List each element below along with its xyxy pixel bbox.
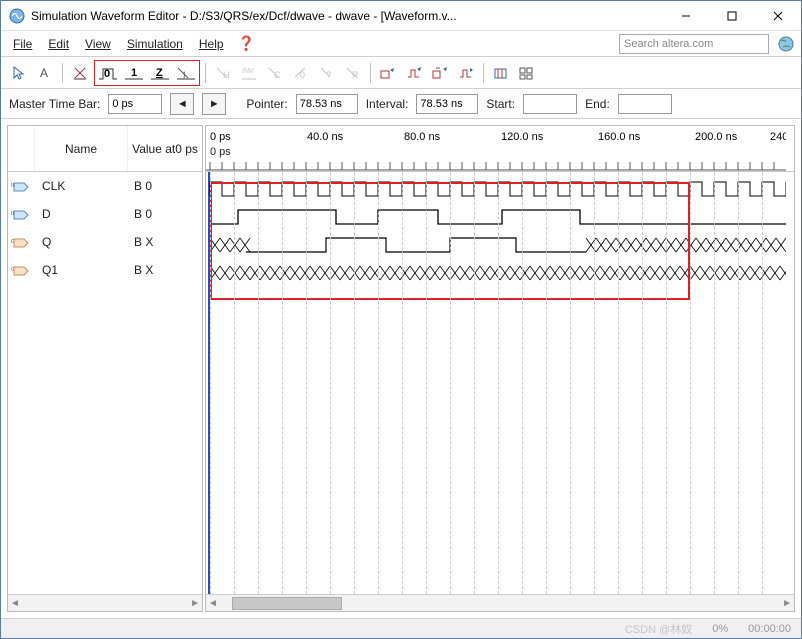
invert-icon[interactable]: I xyxy=(174,61,198,85)
svg-text:200.0 ns: 200.0 ns xyxy=(695,131,738,143)
xnot-icon[interactable]: ? xyxy=(315,61,339,85)
watermark: CSDN @林奴 xyxy=(625,621,692,637)
signal-value: B 0 xyxy=(128,207,202,221)
run-timing-icon[interactable] xyxy=(402,61,426,85)
signal-row[interactable]: inCLKB 0 xyxy=(8,172,202,200)
signal-name: Q xyxy=(34,235,128,249)
svg-text:C: C xyxy=(274,70,281,80)
svg-text:120.0 ns: 120.0 ns xyxy=(501,131,544,143)
waveform-hscrollbar[interactable]: ◄ ► xyxy=(206,594,794,611)
pointer-label: Pointer: xyxy=(246,97,287,111)
svg-text:1: 1 xyxy=(131,67,137,79)
run-all-icon[interactable] xyxy=(428,61,452,85)
help-icon[interactable]: ❓ xyxy=(238,35,255,52)
start-input[interactable] xyxy=(523,94,577,114)
count-icon[interactable]: 0 xyxy=(289,61,313,85)
zoom-icon[interactable] xyxy=(515,61,539,85)
signal-value: B X xyxy=(128,263,202,277)
dont-care-icon[interactable] xyxy=(68,61,92,85)
svg-text:80.0 ns: 80.0 ns xyxy=(404,131,441,143)
maximize-button[interactable] xyxy=(709,1,755,31)
force-z-icon[interactable]: Z xyxy=(148,61,172,85)
menu-file[interactable]: File xyxy=(7,34,38,54)
svg-text:160.0 ns: 160.0 ns xyxy=(598,131,641,143)
in-pin-icon: in xyxy=(8,207,34,221)
waveform-panel: 0 ps 0 ps40.0 ns80.0 ns120.0 ns160.0 ns2… xyxy=(205,125,795,612)
svg-text:0 ps: 0 ps xyxy=(210,131,231,143)
svg-text:INV: INV xyxy=(242,68,254,75)
menu-help[interactable]: Help xyxy=(193,34,230,54)
signal-row[interactable]: inDB 0 xyxy=(8,200,202,228)
timebar-next-button[interactable]: ► xyxy=(202,93,226,115)
force-0-icon[interactable]: 0 xyxy=(96,61,120,85)
svg-text:0: 0 xyxy=(104,68,110,80)
waveform-area[interactable] xyxy=(206,172,794,594)
snap-icon[interactable] xyxy=(489,61,513,85)
clock-icon[interactable]: C xyxy=(263,61,287,85)
out-pin-icon: out xyxy=(8,263,34,277)
status-percent: 0% xyxy=(712,623,728,635)
xrandom-icon[interactable]: R xyxy=(341,61,365,85)
close-button[interactable] xyxy=(755,1,801,31)
signal-name: D xyxy=(34,207,128,221)
start-label: Start: xyxy=(486,97,515,111)
high-icon[interactable]: H xyxy=(211,61,235,85)
menu-simulation[interactable]: Simulation xyxy=(121,34,189,54)
column-name[interactable]: Name xyxy=(34,126,128,171)
svg-text:?: ? xyxy=(326,70,331,80)
in-pin-icon: in xyxy=(8,179,34,193)
signal-name: CLK xyxy=(34,179,128,193)
window-title: Simulation Waveform Editor - D:/S3/QRS/e… xyxy=(31,9,663,23)
settings-icon[interactable] xyxy=(454,61,478,85)
run-functional-icon[interactable] xyxy=(376,61,400,85)
interval-input[interactable] xyxy=(416,94,478,114)
menu-view[interactable]: View xyxy=(79,34,117,54)
column-value[interactable]: Value at0 ps xyxy=(128,126,202,171)
signal-row[interactable]: outQB X xyxy=(8,228,202,256)
left-hscrollbar[interactable]: ◄► xyxy=(8,594,202,611)
interval-label: Interval: xyxy=(366,97,409,111)
status-time: 00:00:00 xyxy=(748,623,791,635)
toolbar: A 0 1 Z I H INV C 0 ? R xyxy=(1,57,801,89)
master-timebar-label: Master Time Bar: xyxy=(9,97,100,111)
pointer-input[interactable] xyxy=(296,94,358,114)
end-input[interactable] xyxy=(618,94,672,114)
app-icon xyxy=(9,8,25,24)
signal-value: B 0 xyxy=(128,179,202,193)
svg-text:Z: Z xyxy=(156,67,163,79)
svg-text:H: H xyxy=(223,70,230,80)
master-timebar-input[interactable] xyxy=(108,94,162,114)
force-value-group: 0 1 Z I xyxy=(94,60,200,86)
inv-icon[interactable]: INV xyxy=(237,61,261,85)
menu-edit[interactable]: Edit xyxy=(42,34,75,54)
svg-text:R: R xyxy=(352,70,359,80)
svg-text:A: A xyxy=(40,66,48,80)
end-label: End: xyxy=(585,97,610,111)
signal-name: Q1 xyxy=(34,263,128,277)
search-input[interactable]: Search altera.com xyxy=(619,34,769,54)
timebar-prev-button[interactable]: ◄ xyxy=(170,93,194,115)
globe-icon[interactable] xyxy=(777,35,795,53)
signal-row[interactable]: outQ1B X xyxy=(8,256,202,284)
svg-text:40.0 ns: 40.0 ns xyxy=(307,131,344,143)
signal-list-panel: Name Value at0 ps inCLKB 0inDB 0outQB Xo… xyxy=(7,125,203,612)
signal-value: B X xyxy=(128,235,202,249)
out-pin-icon: out xyxy=(8,235,34,249)
force-1-icon[interactable]: 1 xyxy=(122,61,146,85)
svg-text:240.0 ns: 240.0 ns xyxy=(770,131,786,143)
text-tool-icon[interactable]: A xyxy=(33,61,57,85)
minimize-button[interactable] xyxy=(663,1,709,31)
svg-text:0: 0 xyxy=(300,70,305,80)
pointer-tool-icon[interactable] xyxy=(7,61,31,85)
time-ruler[interactable]: 0 ps 0 ps40.0 ns80.0 ns120.0 ns160.0 ns2… xyxy=(206,126,794,172)
